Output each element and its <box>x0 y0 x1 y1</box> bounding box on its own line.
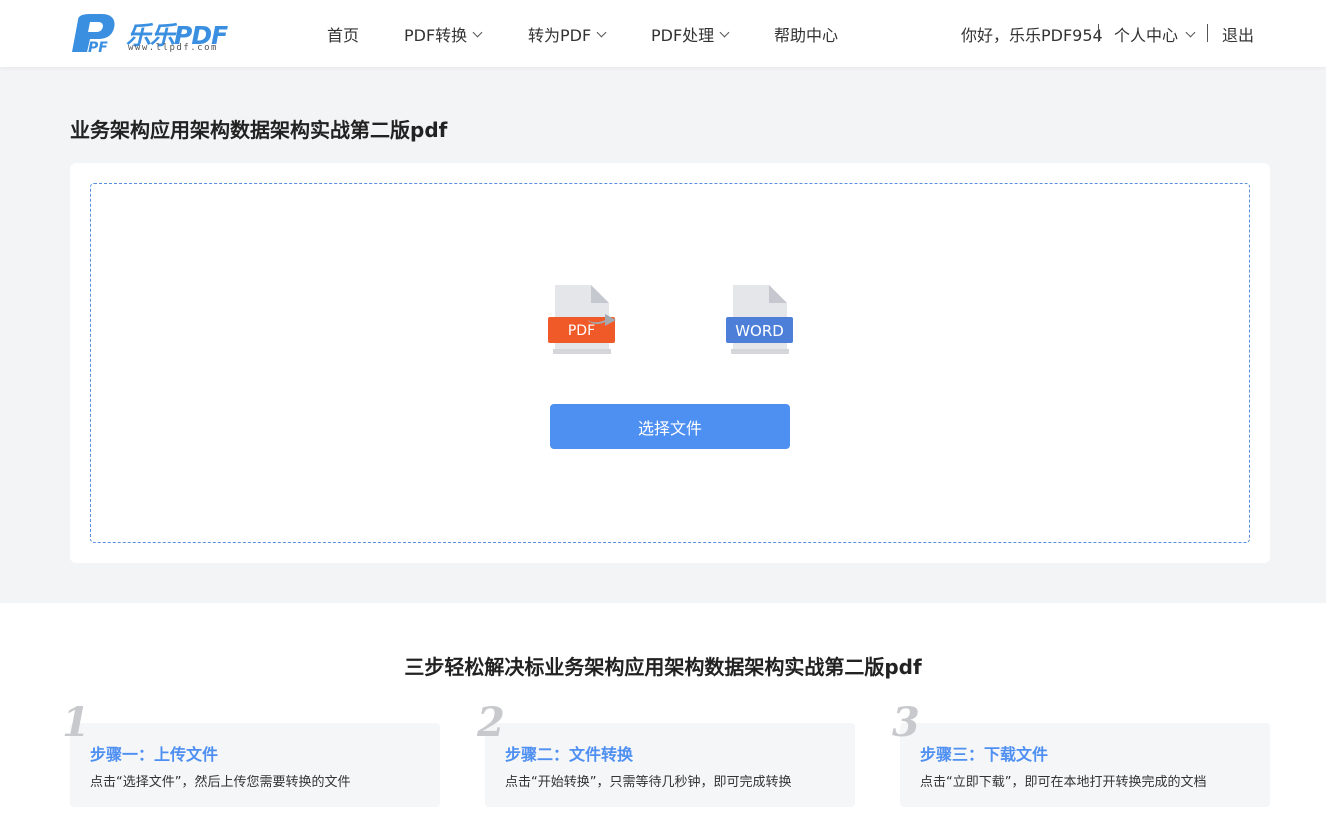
file-dropzone[interactable] <box>90 183 1250 543</box>
word-badge-label: WORD <box>735 322 784 340</box>
nav-home-label: 首页 <box>327 26 360 45</box>
nav-to-pdf[interactable]: 转为PDF <box>528 22 607 46</box>
logo-url: www.llpdf.com <box>128 43 218 53</box>
step-number: 2 <box>477 699 505 746</box>
user-greeting: 你好，乐乐PDF954 <box>961 26 1103 45</box>
nav-pdf-convert[interactable]: PDF转换 <box>404 22 483 46</box>
top-header: PF 乐乐PDF www.llpdf.com 首页 PDF转换 转为PDF PD… <box>0 0 1326 67</box>
steps-section: 三步轻松解决标业务架构应用架构数据架构实战第二版pdf 1 步骤一：上传文件 点… <box>0 603 1326 833</box>
nav-home[interactable]: 首页 <box>327 22 359 46</box>
chevron-down-icon <box>1185 27 1196 37</box>
nav-help-center[interactable]: 帮助中心 <box>774 22 838 46</box>
nav-pdf-process[interactable]: PDF处理 <box>651 22 730 46</box>
word-file-icon: WORD <box>726 285 793 354</box>
step-card: 3 步骤三：下载文件 点击“立即下载”，即可在本地打开转换完成的文档 <box>892 703 1270 807</box>
step-title: 步骤二：文件转换 <box>505 745 634 764</box>
user-center-menu[interactable]: 个人中心 <box>1114 22 1196 46</box>
divider <box>1098 24 1099 42</box>
nav-help-center-label: 帮助中心 <box>774 26 839 45</box>
step-number: 1 <box>62 699 90 746</box>
svg-text:PF: PF <box>88 40 108 56</box>
chevron-down-icon <box>719 27 730 37</box>
nav-pdf-process-label: PDF处理 <box>651 26 715 45</box>
logo-mark-icon: PF <box>72 14 115 56</box>
arrow-right-icon <box>587 314 616 326</box>
step-description: 点击“立即下载”，即可在本地打开转换完成的文档 <box>920 775 1207 790</box>
select-file-button[interactable]: 选择文件 <box>550 404 790 449</box>
step-card: 2 步骤二：文件转换 点击“开始转换”，只需等待几秒钟，即可完成转换 <box>477 703 855 807</box>
step-card: 1 步骤一：上传文件 点击“选择文件”，然后上传您需要转换的文件 <box>62 703 440 807</box>
chevron-down-icon <box>472 27 483 37</box>
chevron-down-icon <box>596 27 607 37</box>
steps-section-title: 三步轻松解决标业务架构应用架构数据架构实战第二版pdf <box>404 655 922 679</box>
step-description: 点击“开始转换”，只需等待几秒钟，即可完成转换 <box>505 775 792 790</box>
nav-pdf-convert-label: PDF转换 <box>404 26 468 45</box>
nav-to-pdf-label: 转为PDF <box>528 26 592 45</box>
step-description: 点击“选择文件”，然后上传您需要转换的文件 <box>90 775 351 790</box>
step-title: 步骤三：下载文件 <box>920 745 1049 764</box>
site-logo[interactable]: PF 乐乐PDF www.llpdf.com <box>68 12 233 56</box>
user-center-label: 个人中心 <box>1114 26 1179 45</box>
step-number: 3 <box>892 699 920 746</box>
step-title: 步骤一：上传文件 <box>90 745 219 764</box>
divider <box>1207 24 1208 42</box>
logout-link[interactable]: 退出 <box>1222 22 1254 46</box>
upload-card <box>70 163 1270 563</box>
page-title: 业务架构应用架构数据架构实战第二版pdf <box>70 118 448 142</box>
